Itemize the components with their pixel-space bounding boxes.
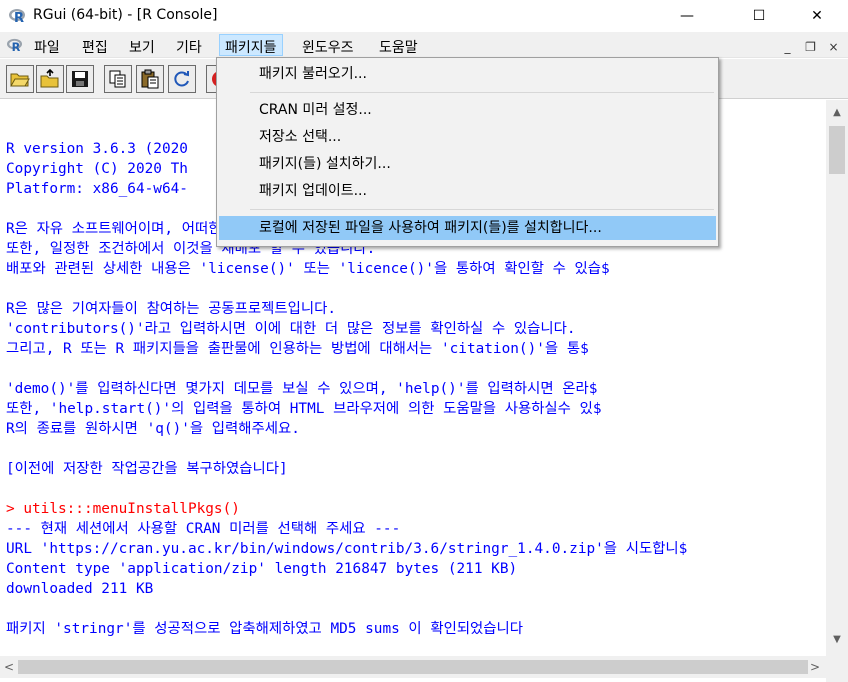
scrollbar-corner	[826, 656, 848, 682]
svg-text:R: R	[12, 41, 21, 53]
console-line: R은 자유 소프트웨어이며, 어떠한	[6, 221, 222, 237]
mdi-restore-button[interactable]: ❐	[802, 40, 819, 54]
scroll-right-icon[interactable]: >	[806, 656, 824, 678]
console-line: URL 'https://cran.yu.ac.kr/bin/windows/c…	[6, 541, 688, 557]
console-line: Copyright (C) 2020 Th	[6, 161, 188, 177]
console-line: 'contributors()'라고 입력하시면 이에 대한 더 많은 정보를 …	[6, 321, 576, 337]
vertical-scrollbar[interactable]: ▲ ▼	[826, 100, 848, 656]
menu-bar: R 파일 편집 보기 기타 패키지들 윈도우즈 도움말 _ ❐ ×	[0, 32, 848, 58]
menu-windows[interactable]: 윈도우즈	[302, 37, 354, 57]
console-line: R version 3.6.3 (2020	[6, 141, 188, 157]
mdi-close-button[interactable]: ×	[825, 40, 842, 54]
menu-packages[interactable]: 패키지들	[219, 34, 283, 56]
window-title: RGui (64-bit) - [R Console]	[33, 7, 218, 23]
horizontal-scrollbar[interactable]: < >	[0, 656, 826, 678]
console-line: 패키지 'stringr'를 성공적으로 압축해제하였고 MD5 sums 이 …	[6, 621, 524, 637]
refresh-button[interactable]	[168, 65, 196, 93]
packages-dropdown-menu: 패키지 불러오기... CRAN 미러 설정... 저장소 선택... 패키지(…	[216, 57, 719, 247]
menu-item-install-packages[interactable]: 패키지(들) 설치하기...	[219, 152, 716, 176]
minimize-icon: —	[680, 8, 694, 24]
scroll-down-icon[interactable]: ▼	[826, 631, 848, 649]
console-line: R은 많은 기여자들이 참여하는 공동프로젝트입니다.	[6, 301, 337, 317]
menu-help[interactable]: 도움말	[379, 37, 418, 57]
menu-item-select-repositories[interactable]: 저장소 선택...	[219, 125, 716, 149]
close-icon: ✕	[811, 8, 823, 24]
menu-misc[interactable]: 기타	[176, 37, 202, 57]
vertical-scroll-thumb[interactable]	[829, 126, 845, 174]
console-line: 그리고, R 또는 R 패키지들을 출판물에 인용하는 방법에 대해서는 'ci…	[6, 341, 589, 357]
save-icon	[72, 71, 88, 87]
menu-separator	[250, 92, 714, 93]
console-line: Content type 'application/zip' length 21…	[6, 561, 518, 577]
title-bar: R RGui (64-bit) - [R Console] — ☐ ✕	[0, 0, 848, 32]
menu-separator	[250, 209, 714, 210]
close-button[interactable]: ✕	[794, 0, 840, 32]
load-workspace-icon	[40, 69, 59, 88]
open-script-icon	[10, 73, 30, 87]
console-line: R의 종료를 원하시면 'q()'을 입력해주세요.	[6, 421, 300, 437]
r-logo-icon[interactable]: R	[6, 37, 23, 53]
save-button[interactable]	[66, 65, 94, 93]
minimize-button[interactable]: —	[664, 0, 710, 32]
svg-text:R: R	[14, 11, 24, 25]
console-line: Platform: x86_64-w64-	[6, 181, 188, 197]
console-line: 또한, 'help.start()'의 입력을 통하여 HTML 브라우저에 의…	[6, 401, 602, 417]
menu-file[interactable]: 파일	[34, 37, 60, 57]
menu-item-update-packages[interactable]: 패키지 업데이트...	[219, 179, 716, 203]
mdi-minimize-button[interactable]: _	[779, 40, 796, 54]
horizontal-scroll-thumb[interactable]	[18, 660, 808, 674]
copy-icon	[109, 70, 126, 88]
menu-item-install-from-local-files[interactable]: 로컬에 저장된 파일을 사용하여 패키지(들)를 설치합니다...	[219, 216, 716, 240]
menu-item-set-cran-mirror[interactable]: CRAN 미러 설정...	[219, 98, 716, 122]
paste-icon	[141, 69, 159, 89]
scroll-up-icon[interactable]: ▲	[826, 104, 848, 122]
load-workspace-button[interactable]	[36, 65, 64, 93]
console-line: [이전에 저장한 작업공간을 복구하였습니다]	[6, 461, 288, 477]
console-line: 배포와 관련된 상세한 내용은 'license()' 또는 'licence(…	[6, 261, 610, 277]
console-line: 'demo()'를 입력하신다면 몇가지 데모를 보실 수 있으며, 'help…	[6, 381, 598, 397]
console-line: downloaded 211 KB	[6, 581, 154, 597]
menu-edit[interactable]: 편집	[82, 37, 108, 57]
refresh-icon	[174, 71, 189, 87]
menu-view[interactable]: 보기	[129, 37, 155, 57]
maximize-icon: ☐	[752, 8, 766, 24]
paste-button[interactable]	[136, 65, 164, 93]
maximize-button[interactable]: ☐	[736, 0, 782, 32]
r-logo-icon: R	[9, 9, 25, 25]
console-command-line: > utils:::menuInstallPkgs()	[6, 501, 240, 517]
menu-item-load-package[interactable]: 패키지 불러오기...	[219, 62, 716, 86]
console-line: --- 현재 세션에서 사용할 CRAN 미러를 선택해 주세요 ---	[6, 521, 401, 537]
open-script-button[interactable]	[6, 65, 34, 93]
copy-button[interactable]	[104, 65, 132, 93]
scroll-left-icon[interactable]: <	[0, 656, 18, 678]
